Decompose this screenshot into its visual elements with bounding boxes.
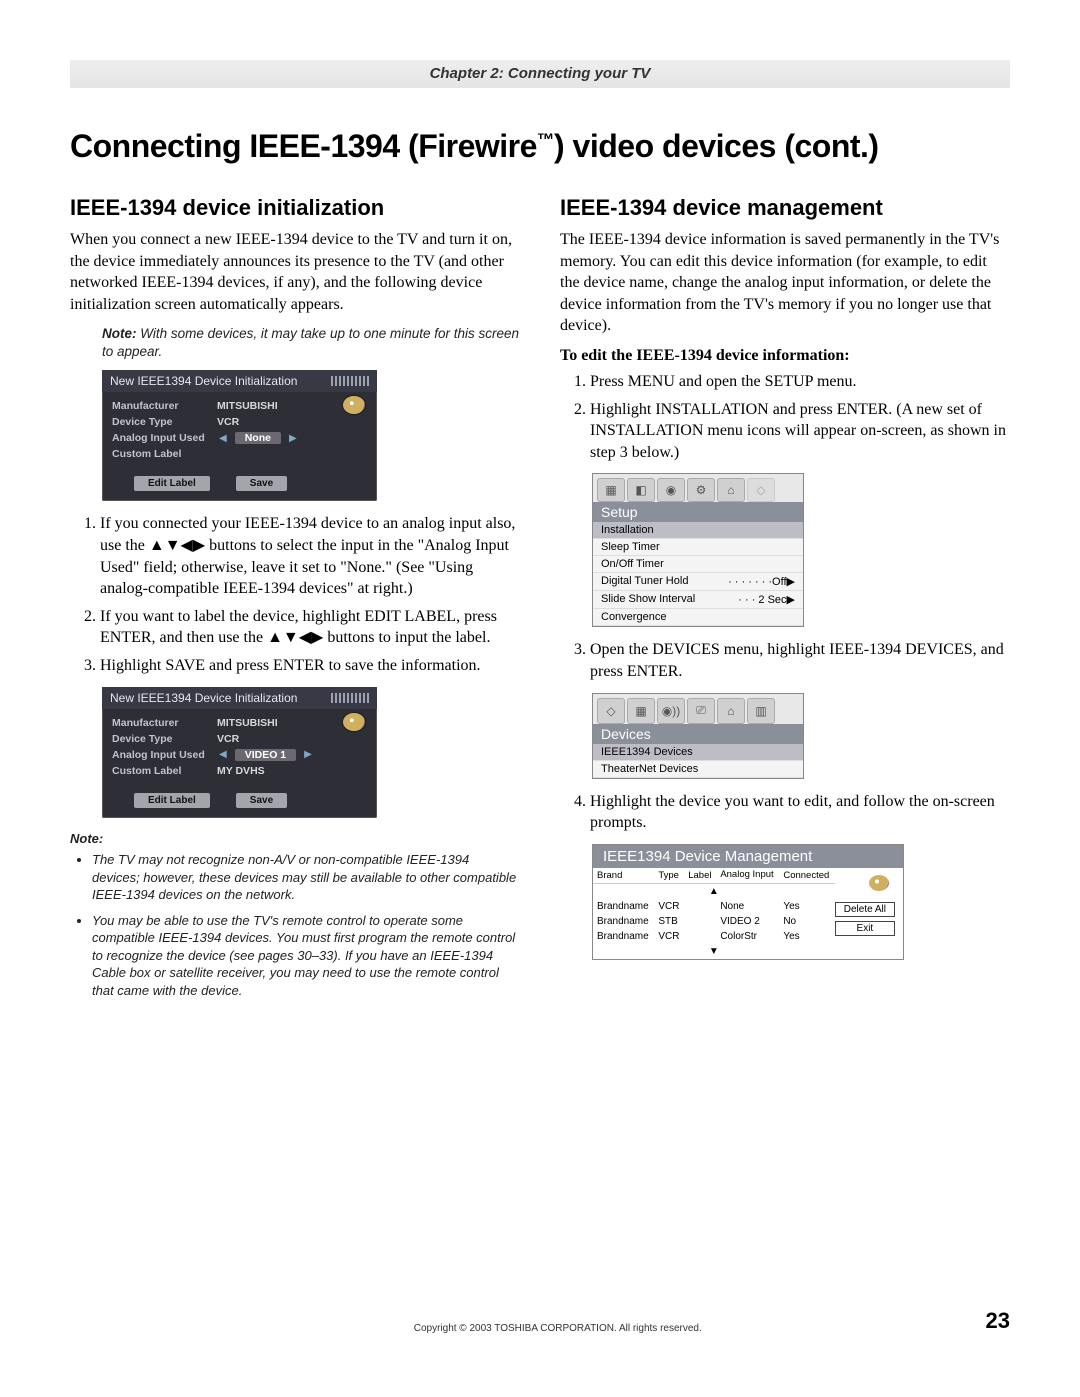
menu-header: Devices	[593, 724, 803, 744]
note-text: With some devices, it may take up to one…	[102, 326, 519, 359]
intro-paragraph: The IEEE-1394 device information is save…	[560, 229, 1010, 337]
menu-item: Slide Show Interval· · · 2 Sec▶	[593, 591, 803, 609]
osd-field-label: Analog Input Used	[112, 432, 217, 444]
osd-title: New IEEE1394 Device Initialization	[110, 691, 297, 705]
menu-icon: ⎚	[687, 698, 715, 724]
steps-list: Press MENU and open the SETUP menu. High…	[560, 371, 1010, 463]
right-arrow-icon: ▶	[287, 433, 299, 444]
menu-icon: ◧	[627, 478, 655, 502]
col-header: Analog Input	[716, 868, 779, 884]
note-label: Note:	[70, 831, 103, 846]
subheading: To edit the IEEE-1394 device information…	[560, 347, 1010, 365]
menu-icon: ◉))	[657, 698, 685, 724]
step-item: Open the DEVICES menu, highlight IEEE-13…	[590, 639, 1010, 682]
menu-icon: ◇	[597, 698, 625, 724]
osd-field-value: VCR	[217, 416, 367, 428]
scroll-up-icon: ▲	[593, 883, 835, 899]
setup-menu-screenshot: ▦ ◧ ◉ ⚙ ⌂ ◇ Setup Installation Sleep Tim…	[592, 473, 804, 627]
osd-init-screenshot-2: New IEEE1394 Device Initialization Manuf…	[102, 687, 377, 818]
left-column: IEEE-1394 device initialization When you…	[70, 195, 520, 1008]
menu-item: Sleep Timer	[593, 539, 803, 556]
steps-list: Open the DEVICES menu, highlight IEEE-13…	[560, 639, 1010, 682]
menu-icon: ⌂	[717, 478, 745, 502]
osd-init-screenshot-1: New IEEE1394 Device Initialization Manuf…	[102, 370, 377, 501]
osd-field-label: Manufacturer	[112, 717, 217, 729]
delete-all-button: Delete All	[835, 902, 895, 917]
menu-icon: ⚙	[687, 478, 715, 502]
disc-icon	[869, 875, 889, 891]
menu-icon: ▥	[747, 698, 775, 724]
title-stripes-icon	[331, 693, 369, 703]
menu-item: On/Off Timer	[593, 556, 803, 573]
menu-item: Digital Tuner Hold· · · · · · ·Off▶	[593, 573, 803, 591]
osd-selected-value: None	[235, 432, 281, 444]
col-header: Connected	[779, 868, 834, 884]
steps-list: If you connected your IEEE-1394 device t…	[70, 513, 520, 676]
col-header: Type	[654, 868, 684, 884]
steps-list: Highlight the device you want to edit, a…	[560, 791, 1010, 834]
osd-field-label: Device Type	[112, 733, 217, 745]
note-label: Note:	[102, 326, 137, 341]
osd-field-value: MY DVHS	[217, 765, 367, 777]
intro-paragraph: When you connect a new IEEE-1394 device …	[70, 229, 520, 315]
page-title: Connecting IEEE-1394 (Firewire™) video d…	[70, 128, 1010, 165]
menu-icon: ◉	[657, 478, 685, 502]
table-row: BrandnameSTBVIDEO 2No	[593, 914, 835, 929]
table-row: BrandnameVCRColorStrYes	[593, 929, 835, 944]
right-column: IEEE-1394 device management The IEEE-139…	[560, 195, 1010, 1008]
menu-item: TheaterNet Devices	[593, 761, 803, 778]
osd-field-label: Custom Label	[112, 448, 217, 460]
step-item: If you connected your IEEE-1394 device t…	[100, 513, 520, 599]
menu-header: Setup	[593, 502, 803, 522]
note-bullet: The TV may not recognize non-A/V or non-…	[92, 851, 520, 904]
disc-icon	[343, 713, 365, 731]
chapter-heading: Chapter 2: Connecting your TV	[70, 60, 1010, 88]
col-header: Brand	[593, 868, 654, 884]
section-heading-mgmt: IEEE-1394 device management	[560, 195, 1010, 221]
note-bullet: You may be able to use the TV's remote c…	[92, 912, 520, 1000]
osd-field-label: Analog Input Used	[112, 749, 217, 761]
menu-item: Convergence	[593, 609, 803, 626]
save-button: Save	[236, 476, 287, 491]
device-table: Brand Type Label Analog Input Connected …	[593, 868, 835, 959]
step-item: Highlight SAVE and press ENTER to save t…	[100, 655, 520, 677]
osd-selected-value: VIDEO 1	[235, 749, 296, 761]
osd-title: New IEEE1394 Device Initialization	[110, 374, 297, 388]
menu-icon: ▦	[627, 698, 655, 724]
left-arrow-icon: ◀	[217, 433, 229, 444]
step-item: Press MENU and open the SETUP menu.	[590, 371, 1010, 393]
edit-label-button: Edit Label	[134, 476, 210, 491]
right-arrow-icon: ▶	[302, 749, 314, 760]
note-block: Note: With some devices, it may take up …	[102, 325, 520, 360]
col-header: Label	[684, 868, 716, 884]
exit-button: Exit	[835, 921, 895, 936]
osd-field-label: Device Type	[112, 416, 217, 428]
scroll-down-icon: ▼	[593, 944, 835, 959]
edit-label-button: Edit Label	[134, 793, 210, 808]
menu-icon: ⌂	[717, 698, 745, 724]
menu-icon: ▦	[597, 478, 625, 502]
device-management-screenshot: IEEE1394 Device Management Brand Type La…	[592, 844, 904, 960]
section-heading-init: IEEE-1394 device initialization	[70, 195, 520, 221]
panel-header: IEEE1394 Device Management	[593, 845, 903, 868]
osd-field-label: Custom Label	[112, 765, 217, 777]
menu-item: IEEE1394 Devices	[593, 744, 803, 761]
step-item: Highlight INSTALLATION and press ENTER. …	[590, 399, 1010, 464]
osd-field-label: Manufacturer	[112, 400, 217, 412]
page-number: 23	[986, 1308, 1010, 1334]
menu-item: Installation	[593, 522, 803, 539]
table-row: BrandnameVCRNoneYes	[593, 899, 835, 914]
notes-block: Note: The TV may not recognize non-A/V o…	[70, 830, 520, 1000]
step-item: Highlight the device you want to edit, a…	[590, 791, 1010, 834]
menu-icon: ◇	[747, 478, 775, 502]
devices-menu-screenshot: ◇ ▦ ◉)) ⎚ ⌂ ▥ Devices IEEE1394 Devices T…	[592, 693, 804, 779]
title-stripes-icon	[331, 376, 369, 386]
save-button: Save	[236, 793, 287, 808]
copyright: Copyright © 2003 TOSHIBA CORPORATION. Al…	[130, 1323, 986, 1334]
step-item: If you want to label the device, highlig…	[100, 606, 520, 649]
left-arrow-icon: ◀	[217, 749, 229, 760]
osd-field-value: VCR	[217, 733, 367, 745]
